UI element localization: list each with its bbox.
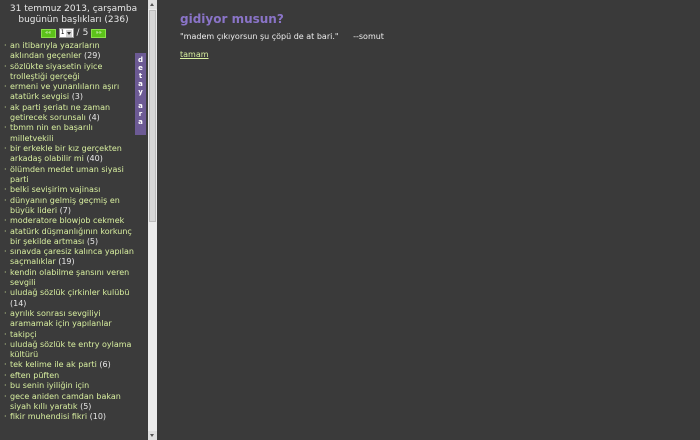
- entry-quote: "madem çıkıyorsun şu çöpü de at bari.": [180, 32, 339, 41]
- topic-item[interactable]: bir erkekle bir kız gerçekten arkadaş ol…: [4, 144, 134, 164]
- topic-count: (19): [58, 257, 75, 267]
- topic-item[interactable]: eften püften: [4, 371, 134, 381]
- tab-letter: a: [138, 118, 143, 126]
- topic-count: (5): [86, 236, 99, 246]
- topic-count: (10): [89, 412, 107, 422]
- topic-title[interactable]: ayrılık sonrası sevgiliyi aramamak için …: [10, 309, 112, 328]
- topic-title[interactable]: ermeni ve yunanlıların aşırı atatürk sev…: [10, 82, 119, 101]
- topic-item[interactable]: uludağ sözlük te entry oylama kültürü: [4, 340, 134, 360]
- tab-letter: t: [138, 72, 143, 80]
- topic-item[interactable]: uludağ sözlük çirkinler kulübü (14): [4, 288, 134, 308]
- topic-item[interactable]: gece aniden camdan bakan siyah kıllı yar…: [4, 392, 134, 412]
- topic-count: (29): [84, 51, 101, 61]
- topic-count: (4): [88, 112, 100, 122]
- topic-item[interactable]: atatürk düşmanlığının korkunç bir şekild…: [4, 227, 134, 247]
- entry-text: "madem çıkıyorsun şu çöpü de at bari." -…: [180, 32, 680, 42]
- topic-item[interactable]: belki sevişirim vajinası: [4, 185, 134, 195]
- topic-title[interactable]: tek kelime ile ak parti: [10, 360, 97, 369]
- topic-item[interactable]: moderatore blowjob cekmek: [4, 216, 134, 226]
- topic-count: (6): [99, 360, 111, 370]
- ok-link[interactable]: tamam: [180, 50, 209, 60]
- tab-letter: d: [137, 56, 143, 64]
- date-line: 31 temmuz 2013, çarşamba: [9, 4, 138, 14]
- tab-letter: y: [138, 88, 143, 96]
- entry-author-link[interactable]: --somut: [353, 32, 384, 41]
- topic-title[interactable]: eften püften: [10, 371, 59, 380]
- detay-ara-tab[interactable]: detayara: [135, 53, 146, 135]
- tab-letter: r: [138, 110, 143, 118]
- topic-item[interactable]: takipçi: [4, 330, 134, 340]
- topic-item[interactable]: tbmm nin en başarılı milletvekili: [4, 123, 134, 143]
- topic-item[interactable]: bu senin iyiliğin için: [4, 381, 134, 391]
- topic-title[interactable]: bir erkekle bir kız gerçekten arkadaş ol…: [10, 144, 122, 163]
- sidebar-scrollbar[interactable]: [148, 0, 157, 440]
- pager: «« 1 / 5 »»: [0, 28, 147, 38]
- main-content: gidiyor musun? "madem çıkıyorsun şu çöpü…: [180, 12, 680, 61]
- page-select[interactable]: 1: [58, 28, 74, 38]
- next-page-button[interactable]: »»: [91, 28, 107, 38]
- total-pages: 5: [82, 28, 89, 38]
- tab-letter: a: [138, 102, 143, 110]
- topic-item[interactable]: ayrılık sonrası sevgiliyi aramamak için …: [4, 309, 134, 329]
- page-title: gidiyor musun?: [180, 12, 284, 26]
- topic-count: (3): [71, 92, 84, 102]
- topic-count: (5): [80, 401, 92, 411]
- topic-title[interactable]: takipçi: [10, 330, 37, 339]
- page-separator: /: [76, 28, 80, 38]
- topic-item[interactable]: sınavda çaresiz kalınca yapılan saçmalık…: [4, 247, 134, 267]
- tab-letter: e: [138, 64, 143, 72]
- topic-item[interactable]: kendin olabilme şansını veren sevgili: [4, 268, 134, 288]
- topic-title[interactable]: atatürk düşmanlığının korkunç bir şekild…: [10, 227, 132, 246]
- topic-item[interactable]: ölümden medet uman siyasi parti: [4, 165, 134, 185]
- topic-title[interactable]: kendin olabilme şansını veren sevgili: [10, 268, 129, 287]
- topic-count: (7): [59, 205, 71, 215]
- topic-item[interactable]: ermeni ve yunanlıların aşırı atatürk sev…: [4, 82, 134, 102]
- scroll-thumb[interactable]: [149, 10, 156, 222]
- topic-title[interactable]: moderatore blowjob cekmek: [10, 216, 124, 225]
- topic-item[interactable]: tek kelime ile ak parti (6): [4, 360, 134, 370]
- topic-title[interactable]: ölümden medet uman siyasi parti: [10, 165, 124, 184]
- topic-title[interactable]: fikir muhendisi fikri: [10, 412, 87, 421]
- topic-count: (40): [86, 154, 103, 164]
- headlines-count: bugünün başlıkları (236): [18, 15, 129, 25]
- chevron-down-icon: [65, 29, 72, 37]
- topic-count: (14): [10, 298, 27, 308]
- topic-title[interactable]: sözlükte siyasetin iyice trolleştiği ger…: [10, 62, 102, 81]
- scroll-up-arrow-icon[interactable]: [148, 0, 157, 9]
- topic-title[interactable]: belki sevişirim vajinası: [10, 185, 100, 194]
- topic-list: an itibarıyla yazarların aklından geçenl…: [4, 41, 134, 423]
- topic-item[interactable]: dünyanın gelmiş geçmiş en büyük lideri (…: [4, 196, 134, 216]
- sidebar: 31 temmuz 2013, çarşamba bugünün başlıkl…: [0, 0, 147, 440]
- topic-title[interactable]: tbmm nin en başarılı milletvekili: [10, 123, 93, 142]
- topic-title[interactable]: bu senin iyiliğin için: [10, 381, 89, 390]
- topic-item[interactable]: an itibarıyla yazarların aklından geçenl…: [4, 41, 134, 61]
- tab-letter: a: [138, 80, 143, 88]
- topic-item[interactable]: ak parti şeriatı ne zaman getirecek soru…: [4, 103, 134, 123]
- topic-title[interactable]: gece aniden camdan bakan siyah kıllı yar…: [10, 392, 121, 411]
- topic-item[interactable]: sözlükte siyasetin iyice trolleştiği ger…: [4, 62, 134, 82]
- sidebar-header: 31 temmuz 2013, çarşamba bugünün başlıkl…: [0, 0, 147, 26]
- scroll-down-arrow-icon[interactable]: [148, 431, 157, 440]
- current-page-value: 1: [60, 29, 65, 36]
- topic-item[interactable]: fikir muhendisi fikri (10): [4, 412, 134, 422]
- prev-page-button[interactable]: ««: [40, 28, 56, 38]
- topic-title[interactable]: uludağ sözlük te entry oylama kültürü: [10, 340, 131, 359]
- topic-title[interactable]: uludağ sözlük çirkinler kulübü: [10, 288, 129, 297]
